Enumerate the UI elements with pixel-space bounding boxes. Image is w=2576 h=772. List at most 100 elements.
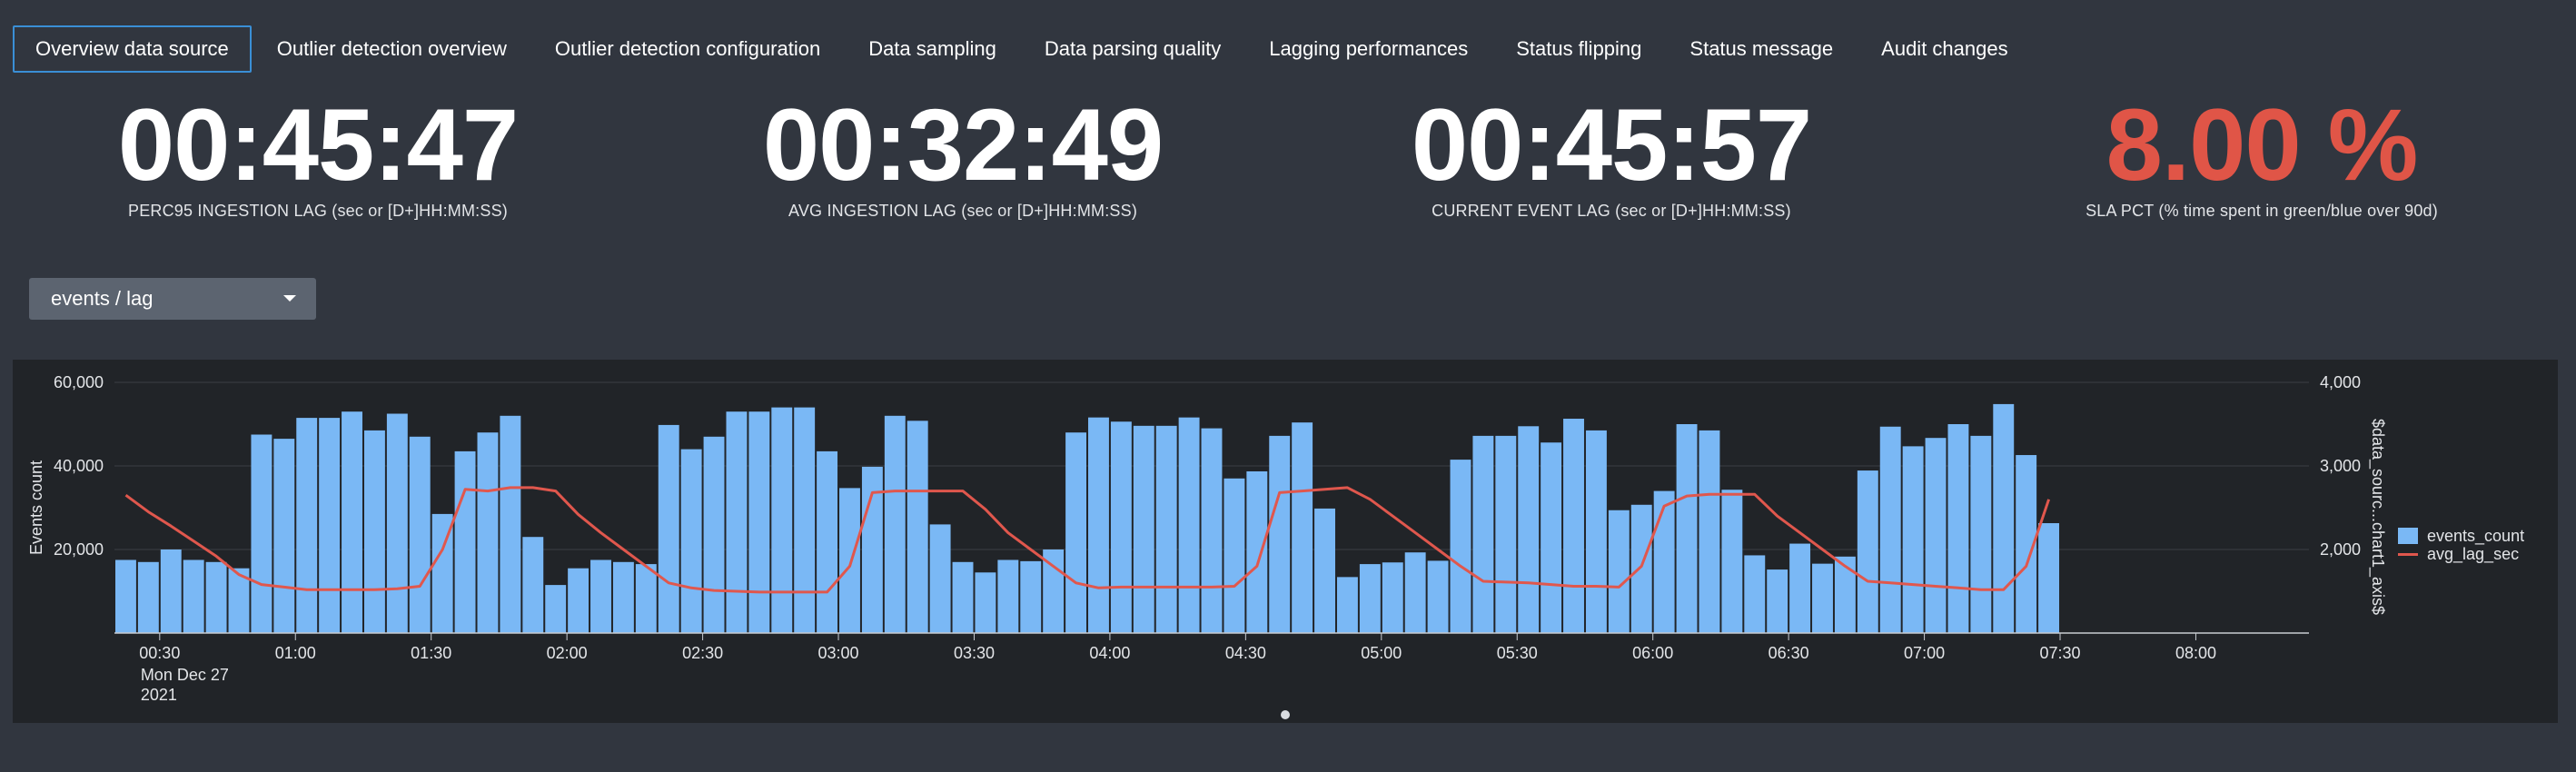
legend-item-bars[interactable]: events_count — [2398, 527, 2524, 545]
y2-tick-label: 4,000 — [2320, 373, 2361, 391]
chart-canvas: 20,000 40,000 60,000 2,000 3,000 4,000 00:30 01… — [27, 373, 2387, 704]
x-tick-label: 04:30 — [1225, 644, 1266, 662]
bar — [500, 415, 521, 633]
x-date-label: Mon Dec 27 — [141, 666, 229, 684]
bar — [477, 432, 499, 633]
tab-overview-data-source[interactable]: Overview data source — [13, 25, 252, 73]
bar — [1541, 442, 1562, 633]
bar — [839, 488, 860, 633]
legend-label: events_count — [2427, 526, 2525, 545]
bar — [273, 439, 295, 633]
bar — [1110, 421, 1132, 633]
bar — [409, 436, 431, 633]
x-tick-label: 07:30 — [2039, 644, 2080, 662]
x-tick-label: 02:00 — [547, 644, 588, 662]
bar — [1201, 428, 1223, 633]
bar — [1744, 555, 1766, 633]
bar — [454, 450, 476, 633]
kpi-label: SLA PCT (% time spent in green/blue over… — [2086, 202, 2438, 220]
bar — [296, 418, 318, 633]
tab-lagging-performances[interactable]: Lagging performances — [1246, 25, 1491, 73]
kpi-perc95-ingestion-lag: 00:45:47 PERC95 INGESTION LAG (sec or [D… — [0, 91, 636, 221]
bar — [342, 411, 362, 633]
bar — [568, 568, 590, 633]
bar — [1292, 422, 1313, 633]
bar — [183, 559, 204, 633]
chart-legend: events_count avg_lag_sec — [2398, 527, 2524, 563]
bar — [1178, 417, 1200, 633]
bar — [1020, 560, 1042, 633]
bar — [1563, 419, 1584, 633]
bar — [1834, 556, 1856, 633]
x-tick-label: 01:30 — [411, 644, 451, 662]
bar — [1925, 438, 1947, 633]
bar — [1065, 432, 1087, 633]
kpi-value: 00:32:49 — [762, 88, 1164, 202]
kpi-label: AVG INGESTION LAG (sec or [D+]HH:MM:SS) — [788, 202, 1138, 220]
y2-tick-label: 2,000 — [2320, 540, 2361, 559]
x-year-label: 2021 — [141, 686, 177, 704]
tab-bar: Overview data source Outlier detection ov… — [13, 25, 2034, 73]
bar — [680, 449, 702, 633]
bar — [115, 559, 136, 633]
bar — [1336, 577, 1358, 633]
bar — [2038, 523, 2060, 633]
tab-data-sampling[interactable]: Data sampling — [846, 25, 1019, 73]
y-tick-label: 60,000 — [54, 373, 104, 391]
bar — [1653, 490, 1675, 633]
bar — [612, 561, 634, 633]
bar — [1630, 504, 1652, 633]
bar — [1879, 426, 1901, 633]
bar — [1721, 490, 1743, 633]
y-tick-label: 40,000 — [54, 457, 104, 475]
kpi-sla-pct: 8.00 % SLA PCT (% time spent in green/bl… — [1944, 91, 2576, 221]
tab-outlier-detection-overview[interactable]: Outlier detection overview — [254, 25, 530, 73]
bar — [635, 564, 657, 633]
pagination-dot[interactable] — [1281, 710, 1290, 719]
kpi-label: CURRENT EVENT LAG (sec or [D+]HH:MM:SS) — [1432, 202, 1791, 220]
bar — [952, 561, 974, 633]
chart-mode-dropdown[interactable]: events / lag — [29, 278, 316, 320]
x-tick-label: 04:00 — [1089, 644, 1130, 662]
bar — [319, 418, 341, 633]
bar — [1699, 430, 1720, 633]
bar — [1676, 424, 1698, 633]
bar — [771, 407, 793, 633]
bar — [1224, 478, 1245, 633]
bar — [817, 450, 838, 633]
bar — [907, 421, 928, 633]
tab-status-message[interactable]: Status message — [1667, 25, 1856, 73]
kpi-value: 00:45:47 — [117, 88, 519, 202]
kpi-avg-ingestion-lag: 00:32:49 AVG INGESTION LAG (sec or [D+]H… — [645, 91, 1281, 221]
tab-audit-changes[interactable]: Audit changes — [1858, 25, 2030, 73]
tab-data-parsing-quality[interactable]: Data parsing quality — [1022, 25, 1243, 73]
y2-axis-title: $data_sourc...chart1_axis$ — [2368, 419, 2387, 615]
tab-outlier-detection-configuration[interactable]: Outlier detection configuration — [532, 25, 843, 73]
bar — [1812, 563, 1833, 633]
legend-label: avg_lag_sec — [2427, 544, 2520, 563]
legend-bar-swatch — [2398, 528, 2418, 544]
bar — [251, 434, 272, 633]
bar — [522, 537, 544, 633]
bar — [386, 413, 408, 633]
bar — [1088, 417, 1109, 633]
bar — [1472, 435, 1494, 633]
bar — [1902, 446, 1924, 633]
bar — [1947, 424, 1969, 633]
bar — [545, 585, 567, 633]
bar — [1970, 435, 1992, 633]
x-tick-label: 07:00 — [1904, 644, 1945, 662]
bar — [929, 524, 951, 633]
tab-status-flipping[interactable]: Status flipping — [1493, 25, 1664, 73]
bar — [160, 549, 182, 633]
legend-item-line[interactable]: avg_lag_sec — [2398, 545, 2524, 563]
bar — [590, 559, 611, 633]
kpi-label: PERC95 INGESTION LAG (sec or [D+]HH:MM:S… — [128, 202, 508, 220]
x-tick-label: 03:30 — [954, 644, 995, 662]
x-tick-label: 00:30 — [139, 644, 180, 662]
bar — [1359, 564, 1381, 633]
bar — [1314, 508, 1335, 633]
x-tick-label: 06:30 — [1769, 644, 1809, 662]
kpi-value: 00:45:57 — [1411, 88, 1812, 202]
chevron-down-icon — [283, 295, 296, 302]
